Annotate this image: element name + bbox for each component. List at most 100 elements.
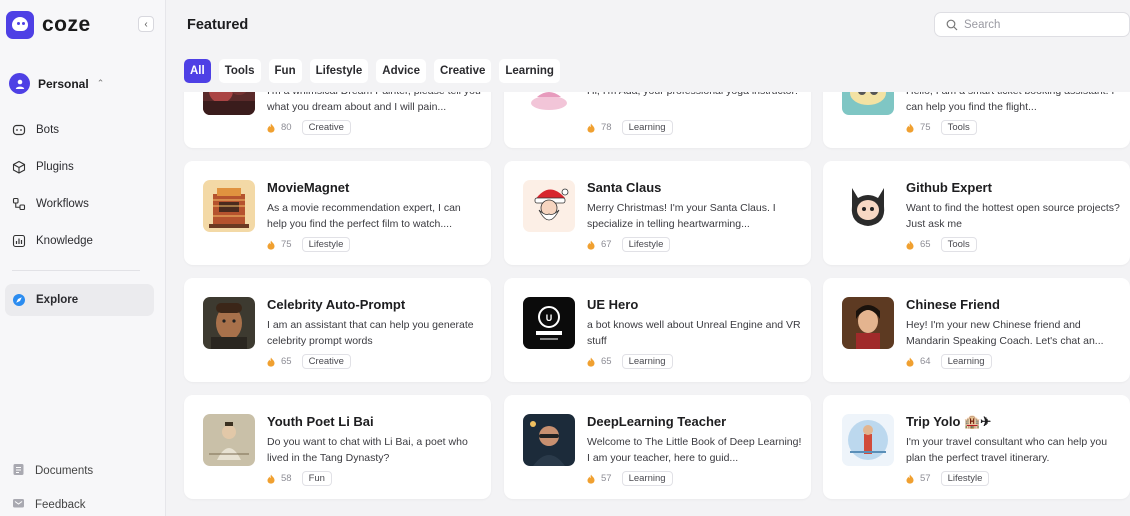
bot-card[interactable]: Hello, I am a smart ticket booking assis… (823, 92, 1130, 148)
fire-icon (267, 240, 275, 250)
bot-description: a bot knows well about Unreal Engine and… (587, 319, 801, 347)
bot-card[interactable]: Chinese Friend Hey! I'm your new Chinese … (823, 278, 1130, 382)
category-tag: Fun (301, 471, 332, 486)
tab-advice[interactable]: Advice (376, 59, 426, 83)
search-input[interactable] (964, 18, 1114, 31)
category-tag: Lifestyle (301, 237, 351, 252)
tab-creative[interactable]: Creative (433, 59, 492, 83)
bot-title: MovieMagnet (267, 180, 350, 195)
bot-meta: 75 Tools (906, 120, 977, 135)
tab-lifestyle[interactable]: Lifestyle (309, 59, 369, 83)
collapse-sidebar-button[interactable]: ‹ (138, 16, 154, 32)
tab-fun[interactable]: Fun (268, 59, 302, 83)
bot-icon (12, 123, 26, 137)
category-tag: Learning (940, 354, 992, 369)
fire-icon (587, 474, 595, 484)
bot-card[interactable]: Trip Yolo 🏨✈ I'm your travel consultant w… (823, 395, 1130, 499)
nav-item-workflows[interactable]: Workflows (5, 188, 154, 220)
bot-title: DeepLearning Teacher (587, 414, 727, 429)
bot-avatar (203, 180, 255, 232)
bot-meta: 67 Lifestyle (587, 237, 671, 252)
bot-card[interactable]: Hi, I'm Ada, your professional yoga inst… (504, 92, 811, 148)
bot-avatar (523, 92, 575, 115)
bot-avatar (842, 297, 894, 349)
nav-item-explore[interactable]: Explore (5, 284, 154, 316)
bot-meta: 65 Creative (267, 354, 351, 369)
popularity-count: 80 (281, 122, 292, 133)
tab-tools[interactable]: Tools (218, 59, 261, 83)
popularity-count: 64 (920, 356, 931, 367)
search-box[interactable] (934, 12, 1130, 37)
fire-icon (267, 123, 275, 133)
bot-card[interactable]: Github Expert Want to find the hottest op… (823, 161, 1130, 265)
bot-meta: 65 Tools (906, 237, 977, 252)
bot-meta: 65 Learning (587, 354, 673, 369)
category-tag: Creative (301, 120, 351, 135)
updown-caret-icon: ⌃ (96, 78, 105, 88)
workspace-label: Personal (38, 76, 89, 91)
bot-meta: 78 Learning (587, 120, 673, 135)
bot-card[interactable]: MovieMagnet As a movie recommendation exp… (184, 161, 491, 265)
fire-icon (587, 357, 595, 367)
nav-item-bots[interactable]: Bots (5, 114, 154, 146)
bot-description: Hey! I'm your new Chinese friend and Man… (906, 319, 1104, 347)
bot-card[interactable]: Santa Claus Merry Christmas! I'm your San… (504, 161, 811, 265)
popularity-count: 65 (281, 356, 292, 367)
nav-label-workflows: Workflows (36, 198, 89, 210)
bot-description: Hi, I'm Ada, your professional yoga inst… (587, 92, 802, 115)
workspace-switcher[interactable]: Personal ⌃ (9, 73, 104, 94)
bot-title: Celebrity Auto-Prompt (267, 297, 406, 312)
fire-icon (906, 240, 914, 250)
nav-item-documents[interactable]: Documents (5, 458, 93, 484)
nav-item-knowledge[interactable]: Knowledge (5, 225, 154, 257)
coze-logo-icon (6, 11, 34, 39)
tab-all[interactable]: All (184, 59, 211, 83)
bot-title: Trip Yolo 🏨✈ (906, 414, 992, 429)
nav-label-explore: Explore (36, 294, 79, 306)
bot-description: As a movie recommendation expert, I can … (267, 202, 461, 230)
bot-avatar (842, 180, 894, 232)
user-avatar-icon (9, 73, 30, 94)
bot-meta: 57 Learning (587, 471, 673, 486)
popularity-count: 75 (920, 122, 931, 133)
search-icon (946, 19, 958, 30)
bot-title: Github Expert (906, 180, 992, 195)
category-tag: Tools (940, 120, 977, 135)
bot-card[interactable]: U UE Hero a bot knows well about Unreal En… (504, 278, 811, 382)
nav-item-feedback[interactable]: Feedback (5, 492, 86, 516)
fire-icon (267, 474, 275, 484)
bot-description: I'm a whimsical Dream Painter, please te… (267, 92, 481, 113)
tab-learning[interactable]: Learning (499, 59, 560, 83)
sidebar: coze ‹ Personal ⌃ Bots Plugins Workflows… (0, 0, 166, 516)
popularity-count: 65 (920, 239, 931, 250)
popularity-count: 78 (601, 122, 612, 133)
bot-avatar (203, 414, 255, 466)
workflow-icon (12, 197, 26, 211)
page-title: Featured (187, 17, 249, 33)
category-tabs: All Tools Fun Lifestyle Advice Creative … (184, 59, 560, 83)
bot-meta: 57 Lifestyle (906, 471, 990, 486)
bot-card[interactable]: Youth Poet Li Bai Do you want to chat wit… (184, 395, 491, 499)
bot-avatar (203, 297, 255, 349)
fire-icon (906, 123, 914, 133)
bot-card[interactable]: I'm a whimsical Dream Painter, please te… (184, 92, 491, 148)
nav-label-documents: Documents (35, 465, 94, 477)
bot-title: Youth Poet Li Bai (267, 414, 374, 429)
feedback-icon (12, 497, 25, 513)
bot-avatar (842, 92, 894, 115)
category-tag: Tools (940, 237, 977, 252)
category-tag: Learning (621, 354, 673, 369)
bot-avatar (523, 414, 575, 466)
category-tag: Lifestyle (940, 471, 990, 486)
nav-item-plugins[interactable]: Plugins (5, 151, 154, 183)
bot-card[interactable]: Celebrity Auto-Prompt I am an assistant t… (184, 278, 491, 382)
fire-icon (587, 123, 595, 133)
bot-avatar (523, 180, 575, 232)
popularity-count: 57 (920, 473, 931, 484)
bot-meta: 58 Fun (267, 471, 332, 486)
brand-name: coze (42, 13, 91, 36)
bot-card[interactable]: DeepLearning Teacher Welcome to The Littl… (504, 395, 811, 499)
bot-description: Do you want to chat with Li Bai, a poet … (267, 436, 468, 464)
coze-logo[interactable]: coze (6, 11, 91, 39)
category-tag: Learning (621, 120, 673, 135)
